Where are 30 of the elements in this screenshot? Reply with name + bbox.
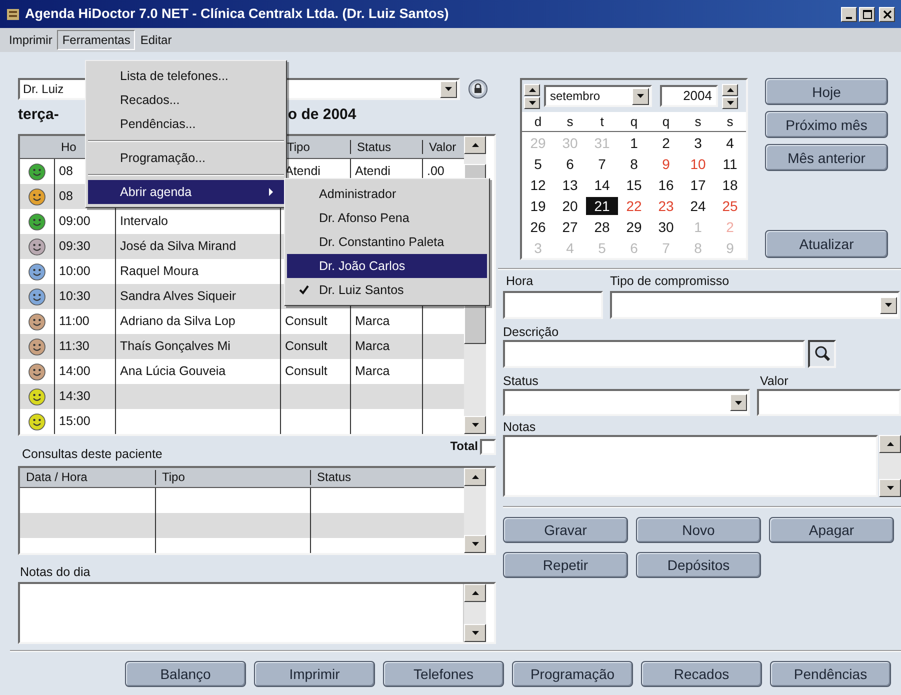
weekday-label: s <box>726 114 734 130</box>
total-label: Total <box>450 439 478 454</box>
table-cell: 14:30 <box>55 384 116 409</box>
weekday-label: q <box>661 114 671 130</box>
table-cell: 11:30 <box>55 334 116 359</box>
field-label: Valor <box>760 374 788 389</box>
field-label: Notas do dia <box>19 565 92 580</box>
weekday-label: q <box>629 114 639 130</box>
table-cell: 09:30 <box>55 234 116 259</box>
table-cell: 15:00 <box>55 409 116 434</box>
weekday-label: d <box>533 114 543 130</box>
section-label: Consultas deste paciente <box>21 447 162 462</box>
window-title: Agenda HiDoctor 7.0 NET - Clínica Centralx Ltda. (Dr. Luiz Santos) <box>25 6 449 22</box>
weekday-label: s <box>566 114 574 130</box>
date-heading: terça- <box>18 106 59 125</box>
date-heading: o de 2004 <box>288 106 356 125</box>
table-cell: 10:30 <box>55 284 116 309</box>
field-label: Descrição <box>503 325 560 340</box>
table-cell: Consult <box>281 334 351 359</box>
field-label: Hora <box>505 274 534 289</box>
table-cell: José da Silva Mirand <box>116 234 281 259</box>
table-cell: Sandra Alves Siqueir <box>116 284 281 309</box>
field-label: Status <box>503 374 540 389</box>
table-cell: Marca <box>351 334 423 359</box>
table-cell-text: .00 <box>426 163 446 180</box>
field-label: Notas <box>503 420 537 435</box>
field-label: Tipo de compromisso <box>610 274 730 289</box>
table-cell: Thaís Gonçalves Mi <box>116 334 281 359</box>
weekday-label: t <box>599 114 605 130</box>
weekday-label: s <box>694 114 702 130</box>
